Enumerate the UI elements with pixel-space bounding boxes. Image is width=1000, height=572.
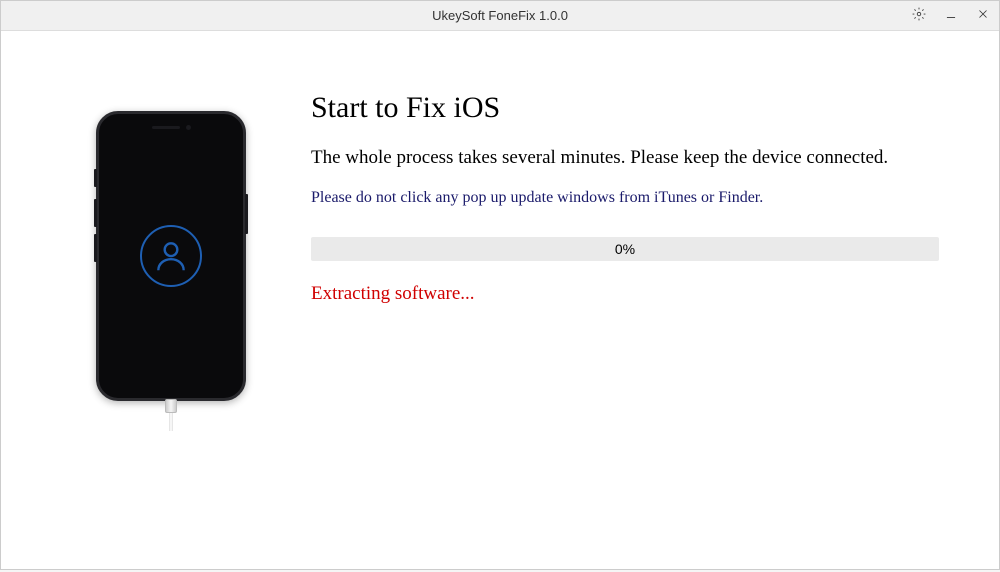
progress-percent: 0% (615, 241, 635, 257)
minimize-icon (944, 7, 958, 26)
phone-button-decoration (94, 234, 97, 262)
phone-speaker-decoration (152, 126, 180, 129)
page-heading: Start to Fix iOS (311, 91, 939, 125)
cable-connector-decoration (165, 399, 177, 413)
phone-graphic (96, 111, 246, 401)
app-window: UkeySoft FoneFix 1.0.0 (0, 0, 1000, 570)
progress-bar: 0% (311, 237, 939, 261)
titlebar-controls (903, 1, 999, 31)
minimize-button[interactable] (935, 1, 967, 31)
warning-text: Please do not click any pop up update wi… (311, 189, 939, 207)
page-subheading: The whole process takes several minutes.… (311, 147, 939, 169)
cable-wire-decoration (169, 413, 173, 431)
cable-graphic (163, 399, 179, 429)
user-icon (140, 225, 202, 287)
phone-button-decoration (245, 194, 248, 234)
status-text: Extracting software... (311, 283, 939, 305)
main-panel: Start to Fix iOS The whole process takes… (301, 91, 939, 529)
phone-button-decoration (94, 199, 97, 227)
phone-button-decoration (94, 169, 97, 187)
gear-icon (912, 7, 926, 26)
content-area: Start to Fix iOS The whole process takes… (1, 31, 999, 569)
close-icon (976, 7, 990, 26)
app-title: UkeySoft FoneFix 1.0.0 (432, 8, 568, 23)
device-illustration (41, 91, 301, 529)
settings-button[interactable] (903, 1, 935, 31)
phone-notch (141, 121, 201, 133)
close-button[interactable] (967, 1, 999, 31)
titlebar: UkeySoft FoneFix 1.0.0 (1, 1, 999, 31)
phone-camera-decoration (186, 125, 191, 130)
